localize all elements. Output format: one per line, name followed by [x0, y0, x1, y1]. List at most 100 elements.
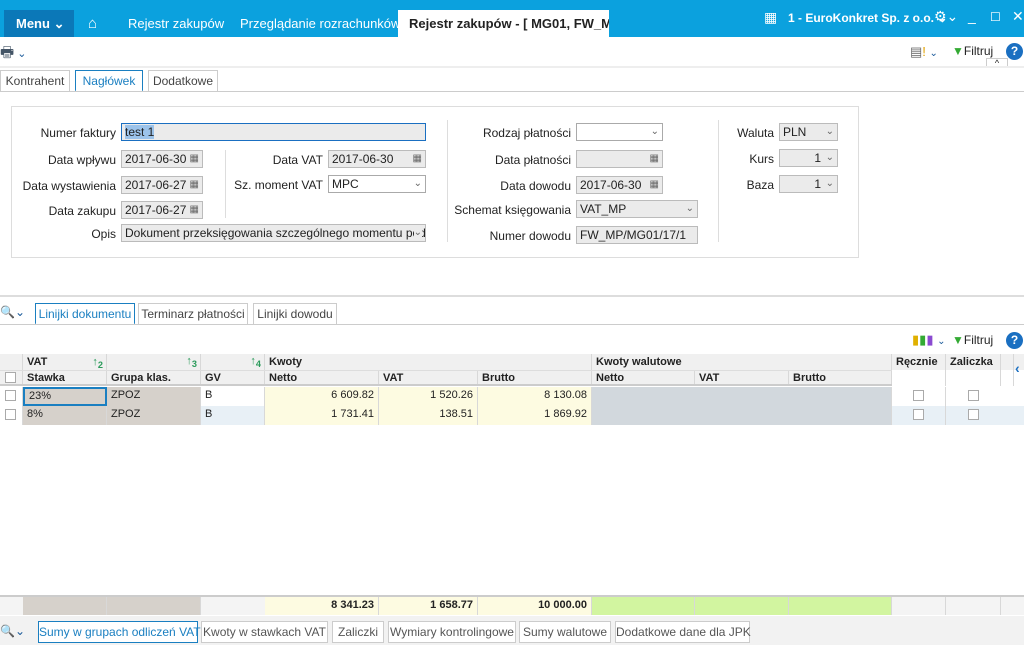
col-waluta-netto[interactable]: Netto — [592, 371, 695, 384]
data-wystawienia-input[interactable]: 2017-06-27 ▦ — [121, 176, 203, 194]
print-icon[interactable]: 🖶 ⌄ — [0, 42, 26, 67]
col-brutto[interactable]: Brutto — [478, 371, 592, 384]
baza-select[interactable]: 1 ⌄ — [779, 175, 838, 193]
sz-moment-vat-select[interactable]: MPC ⌄ — [328, 175, 426, 193]
chevron-left-icon[interactable]: ‹ — [1015, 360, 1020, 376]
header-recznie[interactable]: Ręcznie — [892, 354, 946, 386]
calendar-icon[interactable]: ▦ — [650, 151, 659, 167]
sort-icon[interactable]: ↑2 — [92, 354, 103, 370]
cell-brutto[interactable]: 1 869.92 — [478, 406, 592, 425]
waluta-select[interactable]: PLN ⌄ — [779, 123, 838, 141]
zaliczka-checkbox[interactable] — [946, 387, 1001, 406]
data-dowodu-input[interactable]: 2017-06-30 ▦ — [576, 176, 663, 194]
close-icon[interactable]: ✕ — [1012, 8, 1024, 25]
cell-gv[interactable]: B — [201, 387, 265, 406]
help-icon[interactable]: ? — [1006, 43, 1023, 60]
maximize-icon[interactable]: ☐ — [990, 10, 1001, 24]
menu-button[interactable]: Menu ⌄ — [4, 10, 74, 37]
header-spacer: ↑4 — [201, 354, 265, 370]
grid-filter-button[interactable]: ▼Filtruj — [952, 333, 993, 347]
filter-label: Filtruj — [963, 44, 994, 58]
col-gv[interactable]: GV — [201, 371, 265, 384]
chevron-down-icon: ⌄ — [825, 126, 834, 137]
cell-netto[interactable]: 6 609.82 — [265, 387, 379, 406]
rodzaj-platnosci-select[interactable]: ⌄ — [576, 123, 663, 141]
sort-order: 3 — [191, 359, 197, 370]
table-row[interactable]: 8% ZPOZ B 1 731.41 138.51 1 869.92 — [0, 406, 1024, 425]
header-zaliczka[interactable]: Zaliczka — [946, 354, 1001, 386]
cell-brutto[interactable]: 8 130.08 — [478, 387, 592, 406]
tab-dodatkowe-dane-jpk[interactable]: Dodatkowe dane dla JPK — [615, 621, 751, 643]
filter-button[interactable]: ▼Filtruj — [952, 44, 993, 58]
recznie-checkbox[interactable] — [892, 387, 946, 406]
col-waluta-brutto[interactable]: Brutto — [789, 371, 892, 384]
col-grupa-klas[interactable]: Grupa klas. — [107, 371, 201, 384]
tab-rejestr-zakupow[interactable]: Rejestr zakupów — [128, 10, 224, 37]
search-zoom-icon[interactable]: 🔍⌄ — [0, 305, 25, 319]
total-netto: 8 341.23 — [265, 597, 379, 615]
tab-kwoty-w-stawkach[interactable]: Kwoty w stawkach VAT — [201, 621, 328, 643]
table-row[interactable]: 23% ZPOZ B 6 609.82 1 520.26 8 130.08 — [0, 387, 1024, 406]
divider — [0, 324, 1024, 325]
schemat-ksiegowania-select[interactable]: VAT_MP ⌄ — [576, 200, 698, 218]
total-spacer — [946, 597, 1001, 615]
minimize-icon[interactable]: _ — [968, 8, 976, 24]
calendar-icon[interactable]: ▦ — [190, 177, 199, 193]
select-all-checkbox[interactable] — [0, 371, 23, 384]
cell-stawka[interactable]: 8% — [23, 406, 107, 425]
cell-grupa[interactable]: ZPOZ — [107, 387, 201, 406]
data-vat-value: 2017-06-30 — [332, 152, 394, 166]
help-icon[interactable]: ? — [1006, 332, 1023, 349]
splitter[interactable] — [0, 295, 1024, 297]
tab-active-document[interactable]: Rejestr zakupów - [ MG01, FW_MP, — [398, 10, 609, 37]
row-checkbox[interactable] — [0, 387, 23, 406]
zaliczka-checkbox[interactable] — [946, 406, 1001, 425]
recznie-checkbox[interactable] — [892, 406, 946, 425]
numer-dowodu-input[interactable]: FW_MP/MG01/17/1 — [576, 226, 698, 244]
apps-grid-icon[interactable]: ▦ — [764, 9, 777, 26]
kurs-select[interactable]: 1 ⌄ — [779, 149, 838, 167]
col-waluta-vat[interactable]: VAT — [695, 371, 789, 384]
company-selector[interactable]: 1 - EuroKonkret Sp. z o.o. ⌄ — [788, 11, 947, 25]
cell-grupa[interactable]: ZPOZ — [107, 406, 201, 425]
data-zakupu-input[interactable]: 2017-06-27 ▦ — [121, 201, 203, 219]
opis-select[interactable]: Dokument przeksięgowania szczególnego mo… — [121, 224, 426, 242]
chart-icon[interactable]: ▮▮▮ ⌄ — [912, 332, 945, 348]
tab-dodatkowe[interactable]: Dodatkowe — [148, 70, 218, 92]
title-bar: Menu ⌄ ⌂ Rejestr zakupów Przeglądanie ro… — [0, 0, 1024, 37]
cell-vat[interactable]: 1 520.26 — [379, 387, 478, 406]
sort-icon[interactable]: ↑4 — [250, 354, 261, 370]
tab-naglowek[interactable]: Nagłówek — [75, 70, 143, 92]
tab-sumy-walutowe[interactable]: Sumy walutowe — [519, 621, 611, 643]
data-wplywu-input[interactable]: 2017-06-30 ▦ — [121, 150, 203, 168]
tab-linijki-dokumentu[interactable]: Linijki dokumentu — [35, 303, 135, 325]
tab-zaliczki[interactable]: Zaliczki — [332, 621, 384, 643]
data-platnosci-input[interactable]: ▦ — [576, 150, 663, 168]
sort-icon[interactable]: ↑3 — [186, 354, 197, 370]
tab-wymiary-kontrolingowe[interactable]: Wymiary kontrolingowe — [388, 621, 516, 643]
cell-gv[interactable]: B — [201, 406, 265, 425]
tab-kontrahent[interactable]: Kontrahent — [0, 70, 70, 92]
tab-terminarz-platnosci[interactable]: Terminarz płatności — [138, 303, 248, 325]
settings-gear-icon[interactable]: ⚙⌄ — [934, 8, 958, 25]
tab-przegladanie-rozrachunkow[interactable]: Przeglądanie rozrachunków — [240, 10, 400, 37]
cell-vat[interactable]: 138.51 — [379, 406, 478, 425]
calendar-icon[interactable]: ▦ — [190, 202, 199, 218]
data-vat-input[interactable]: 2017-06-30 ▦ — [328, 150, 426, 168]
tab-sumy-w-grupach[interactable]: Sumy w grupach odliczeń VAT — [38, 621, 201, 643]
tab-linijki-dowodu[interactable]: Linijki dowodu — [253, 303, 337, 325]
label-numer-dowodu: Numer dowodu — [489, 229, 571, 243]
col-vat[interactable]: VAT — [379, 371, 478, 384]
calendar-icon[interactable]: ▦ — [190, 151, 199, 167]
row-checkbox[interactable] — [0, 406, 23, 425]
calendar-icon[interactable]: ▦ — [650, 177, 659, 193]
calendar-icon[interactable]: ▦ — [413, 151, 422, 167]
search-zoom-icon[interactable]: 🔍⌄ — [0, 624, 25, 638]
col-stawka[interactable]: Stawka — [23, 371, 107, 384]
cell-netto[interactable]: 1 731.41 — [265, 406, 379, 425]
home-icon[interactable]: ⌂ — [88, 10, 97, 37]
cell-stawka[interactable]: 23% — [23, 387, 107, 406]
calendar-warning-icon[interactable]: ▤! ⌄ — [910, 44, 938, 60]
numer-faktury-input[interactable]: test 1 — [121, 123, 426, 141]
col-netto[interactable]: Netto — [265, 371, 379, 384]
